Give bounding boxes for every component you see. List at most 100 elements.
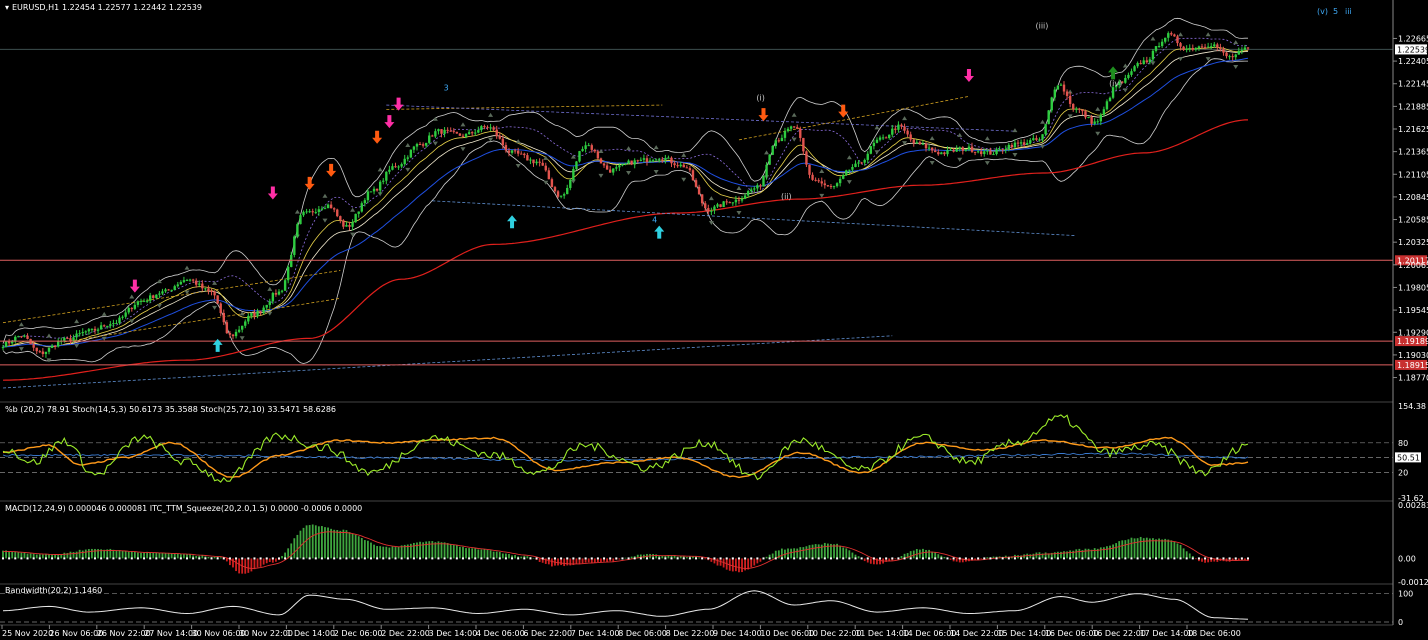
squeeze-dot: [1093, 557, 1096, 560]
candle-body: [1124, 77, 1127, 83]
candle-body: [642, 158, 646, 160]
macd-bar: [949, 558, 952, 560]
squeeze-dot: [805, 557, 808, 560]
candle-body: [41, 351, 45, 354]
squeeze-dot: [928, 557, 931, 560]
candle-body: [992, 154, 995, 156]
candle-body: [345, 224, 348, 227]
macd-bar: [805, 546, 808, 559]
candle-body: [854, 163, 857, 168]
candle-body: [1059, 84, 1063, 86]
candle-body: [99, 325, 103, 330]
candle-body: [1237, 50, 1241, 55]
candle-body: [930, 147, 934, 151]
squeeze-dot: [1020, 557, 1023, 560]
candle-body: [602, 163, 606, 166]
candle-body: [1007, 144, 1011, 149]
macd-bar: [232, 558, 234, 568]
macd-bar: [980, 558, 983, 560]
candle-body: [654, 159, 658, 161]
candle-body: [976, 151, 980, 153]
candle-body: [1026, 142, 1029, 145]
squeeze-dot: [112, 557, 115, 560]
squeeze-dot: [836, 557, 839, 560]
candle-body: [63, 337, 66, 341]
candle-body: [771, 146, 774, 155]
candle-body: [725, 201, 728, 203]
macd-bar: [23, 552, 26, 559]
squeeze-dot: [903, 557, 906, 560]
candle-body: [320, 208, 324, 210]
candle-body: [1157, 45, 1161, 47]
candle-body: [584, 145, 587, 149]
candle-body: [958, 147, 961, 150]
candle-body: [615, 167, 618, 169]
candle-body: [645, 158, 649, 162]
macd-bar: [489, 550, 492, 559]
symbol-dropdown-icon[interactable]: ▾: [5, 3, 9, 12]
macd-bar: [1075, 549, 1078, 559]
price-tick-label: 1.19290: [1398, 328, 1428, 337]
candle-body: [1010, 144, 1014, 148]
candle-body: [280, 290, 284, 292]
price-tick-label: 1.20585: [1398, 216, 1428, 225]
candle-body: [1093, 121, 1096, 124]
squeeze-dot: [38, 557, 41, 560]
squeeze-dot: [1038, 557, 1041, 560]
candle-body: [222, 313, 225, 323]
macd-bar: [655, 554, 658, 559]
candle-body: [688, 168, 692, 171]
candle-body: [630, 160, 633, 165]
macd-bar: [928, 549, 930, 559]
candle-body: [621, 163, 624, 166]
squeeze-dot: [829, 557, 832, 560]
squeeze-dot: [737, 557, 740, 560]
squeeze-dot: [891, 557, 894, 560]
candle-body: [762, 175, 765, 187]
squeeze-dot: [81, 557, 84, 560]
candle-body: [191, 279, 195, 281]
candle-body: [556, 191, 560, 197]
candle-body: [296, 224, 299, 237]
squeeze-dot: [455, 557, 458, 560]
macd-bar: [753, 558, 756, 566]
eurusd-chart-window[interactable]: ▾ EURUSD,H1 1.22454 1.22577 1.22442 1.22…: [0, 0, 1428, 640]
candle-body: [167, 289, 170, 291]
squeeze-dot: [750, 557, 753, 560]
macd-bar: [955, 558, 958, 562]
macd-bar: [848, 550, 851, 559]
squeeze-dot: [566, 557, 569, 560]
candle-body: [253, 312, 256, 317]
squeeze-dot: [277, 557, 280, 560]
elliott-wave-label: (iii): [1035, 21, 1048, 30]
macd-bar: [925, 549, 927, 559]
candle-body: [225, 322, 229, 334]
macd-bar: [388, 547, 391, 559]
macd-bar: [1170, 540, 1173, 559]
time-tick-label: 10 Dec 22:00: [808, 629, 862, 638]
macd-bar: [1118, 541, 1121, 559]
candle-body: [498, 135, 501, 139]
squeeze-dot: [130, 557, 133, 560]
macd-tick-label: 0.00283: [1398, 501, 1428, 510]
candle-body: [1228, 56, 1231, 58]
candle-body: [673, 163, 676, 166]
candle-body: [541, 162, 544, 166]
macd-bar: [94, 548, 96, 559]
candle-body: [47, 347, 51, 352]
macd-bar: [532, 558, 535, 559]
macd-bar: [1106, 546, 1108, 559]
squeeze-dot: [645, 557, 648, 560]
macd-bar: [1093, 548, 1096, 559]
candle-body: [682, 164, 685, 168]
candle-body: [796, 127, 799, 129]
macd-bar: [1035, 552, 1038, 559]
time-tick-label: 17 Dec 14:00: [1140, 629, 1194, 638]
squeeze-dot: [179, 557, 182, 560]
candle-body: [679, 164, 682, 167]
candle-body: [428, 135, 431, 143]
candle-body: [1176, 36, 1179, 44]
squeeze-dot: [253, 557, 256, 560]
candle-body: [743, 195, 747, 199]
candle-body: [1173, 34, 1176, 37]
